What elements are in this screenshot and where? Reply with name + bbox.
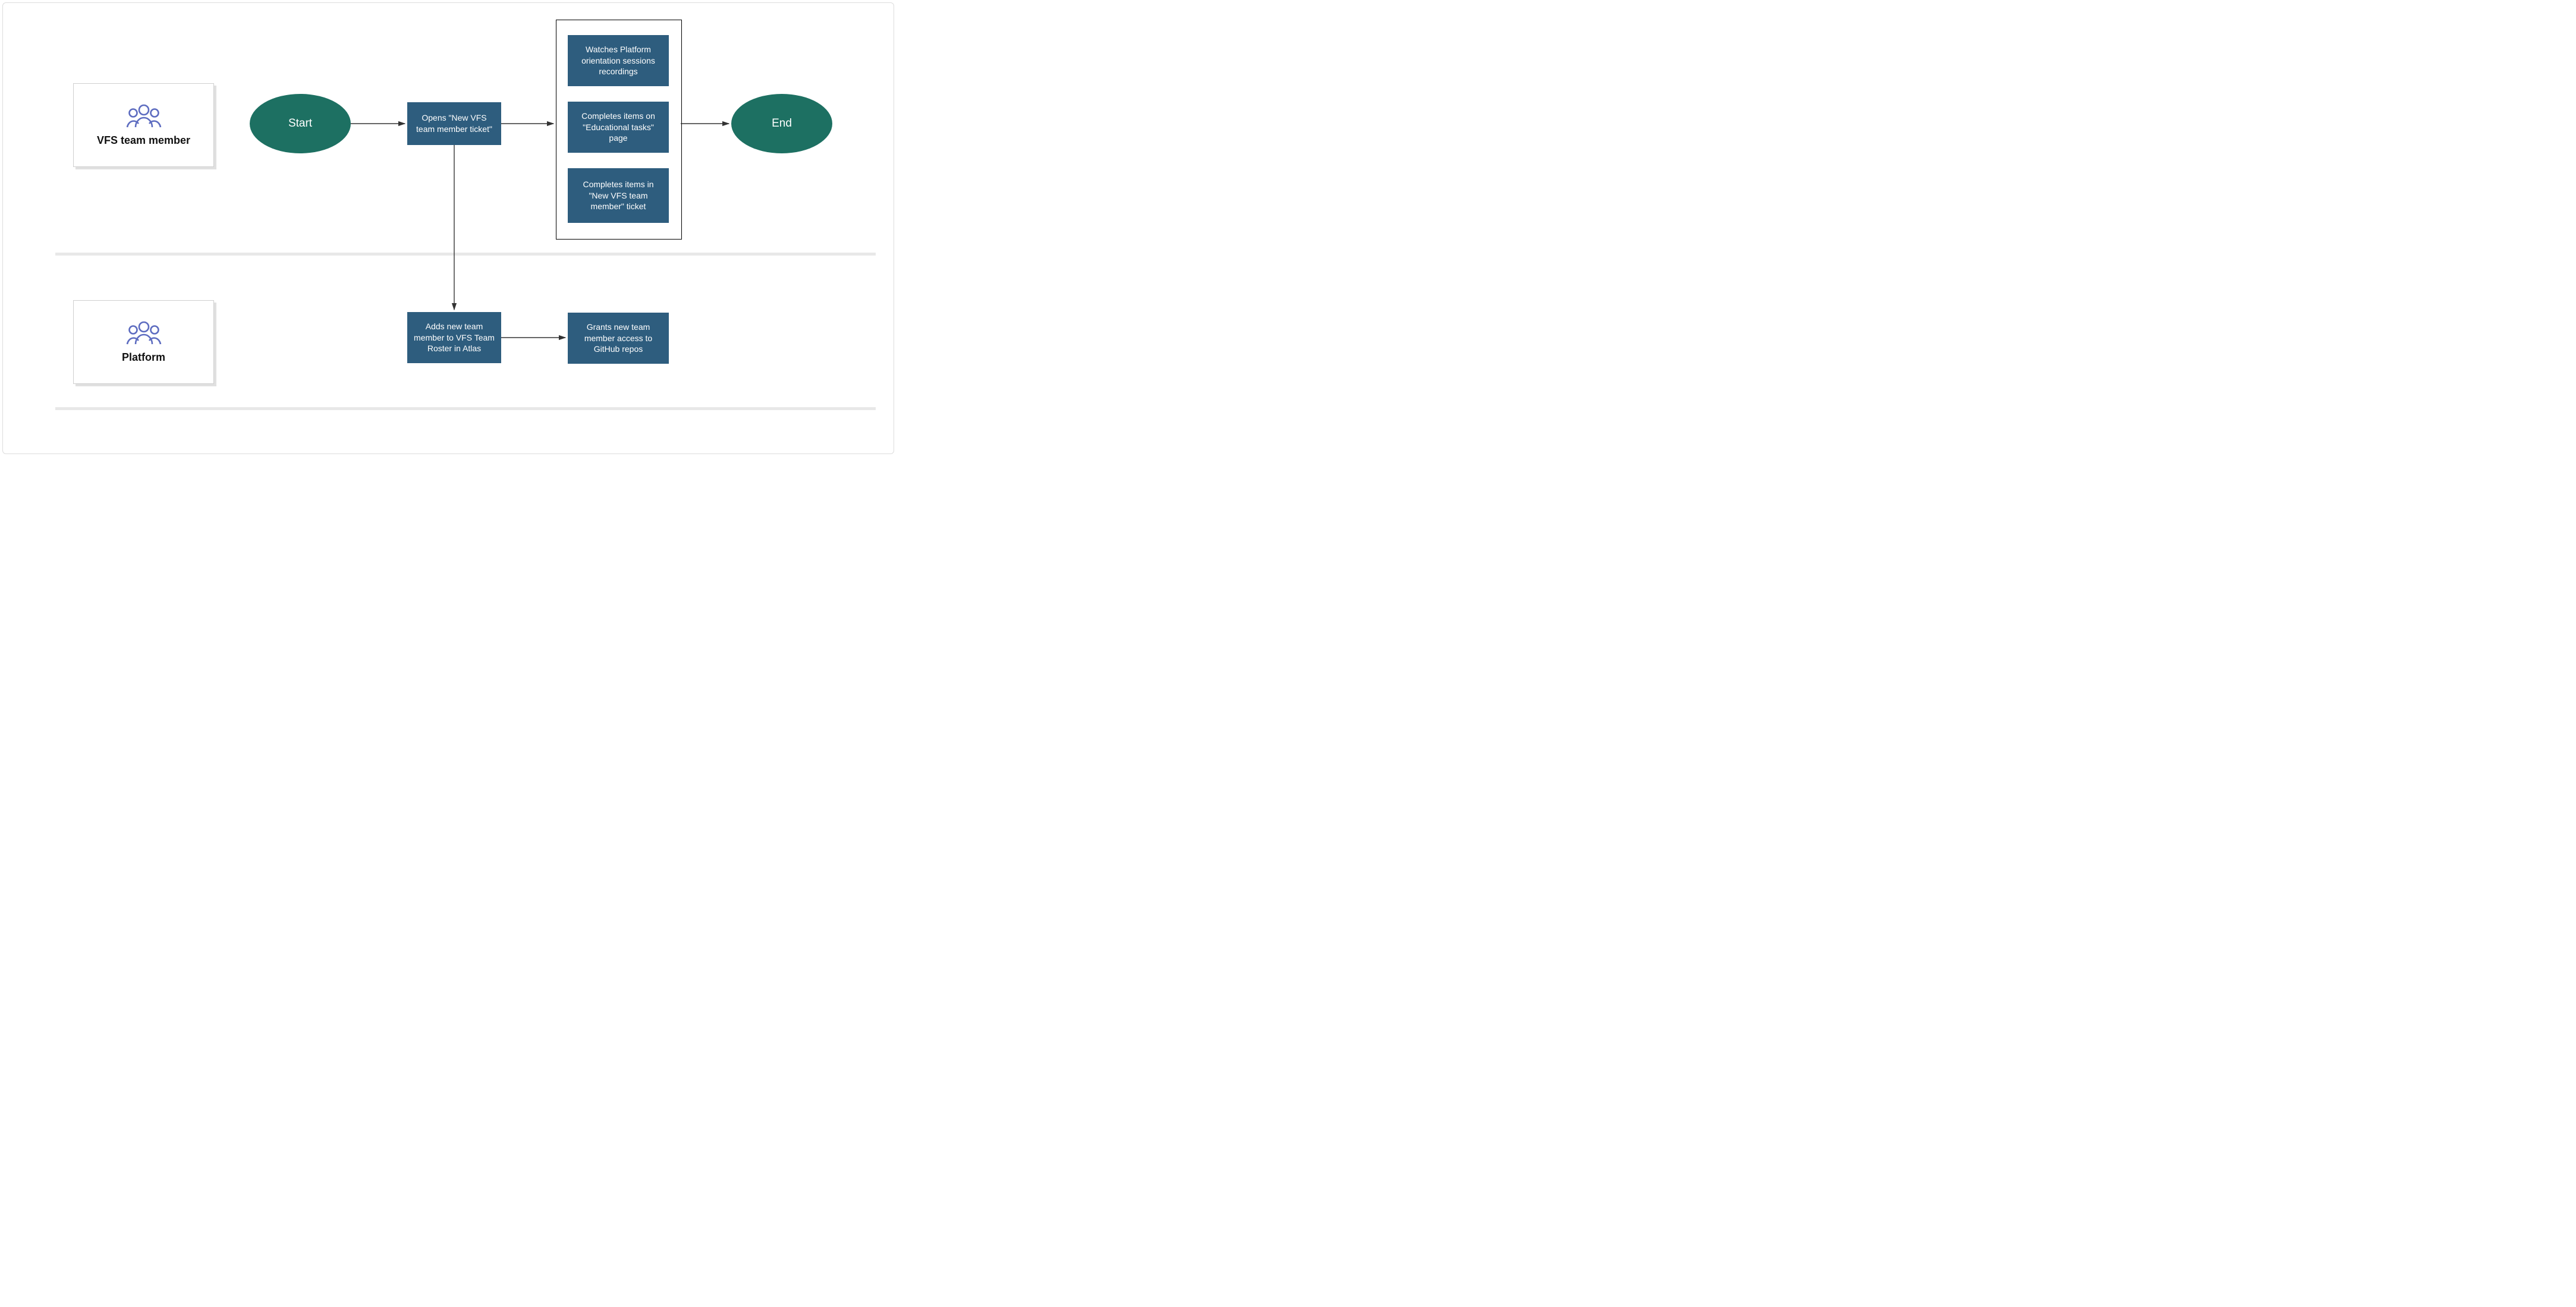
box-open-ticket: Opens "New VFS team member ticket" — [407, 102, 501, 145]
end-label: End — [772, 117, 792, 130]
box-add-roster: Adds new team member to VFS Team Roster … — [407, 312, 501, 363]
lane-divider-2 — [55, 407, 876, 410]
arrows — [3, 3, 894, 454]
box-watch-recordings: Watches Platform orientation sessions re… — [568, 35, 669, 86]
lane-card-platform: Platform — [73, 300, 214, 384]
start-node: Start — [250, 94, 351, 153]
box-grant-access-label: Grants new team member access to GitHub … — [574, 322, 663, 355]
box-grant-access: Grants new team member access to GitHub … — [568, 313, 669, 364]
box-edu-tasks-label: Completes items on "Educational tasks" p… — [574, 111, 663, 144]
start-label: Start — [288, 117, 312, 130]
box-open-ticket-label: Opens "New VFS team member ticket" — [413, 112, 495, 135]
box-add-roster-label: Adds new team member to VFS Team Roster … — [413, 321, 495, 355]
end-node: End — [731, 94, 832, 153]
box-watch-recordings-label: Watches Platform orientation sessions re… — [574, 44, 663, 78]
swimlane-diagram: VFS team member Platform Start End Opens… — [2, 2, 894, 454]
box-complete-ticket-label: Completes items in "New VFS team member"… — [574, 179, 663, 213]
users-icon — [125, 103, 162, 128]
users-icon — [125, 320, 162, 345]
box-complete-ticket: Completes items in "New VFS team member"… — [568, 168, 669, 223]
lane-label-platform: Platform — [122, 351, 165, 364]
lane-card-vfs: VFS team member — [73, 83, 214, 167]
lane-label-vfs: VFS team member — [97, 134, 190, 147]
box-edu-tasks: Completes items on "Educational tasks" p… — [568, 102, 669, 153]
lane-divider-1 — [55, 253, 876, 256]
